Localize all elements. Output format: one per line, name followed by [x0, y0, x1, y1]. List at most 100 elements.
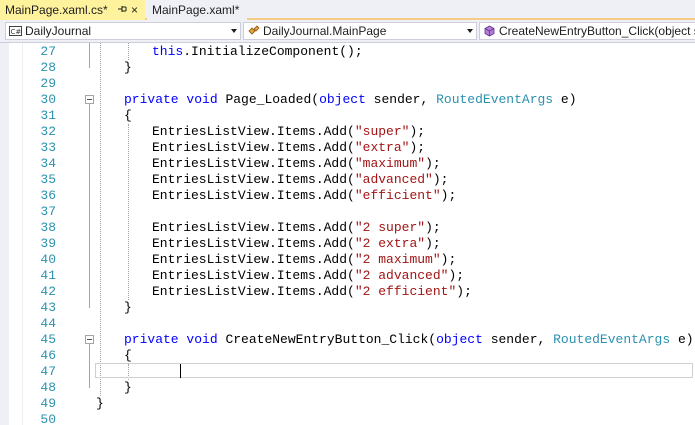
collapse-region-line — [89, 104, 90, 308]
line-number: 28 — [40, 60, 56, 75]
code-token: "advanced" — [354, 172, 433, 187]
code-line: 30 private void Page_Loaded(object sender… — [0, 92, 695, 108]
code-token: ); — [409, 124, 426, 139]
code-line: 31 { — [0, 108, 695, 124]
code-line: 27 this.InitializeComponent(); — [0, 44, 695, 60]
code-text: } — [124, 60, 132, 76]
code-text: { — [124, 108, 132, 124]
code-token: private — [124, 92, 179, 107]
code-text: } — [96, 396, 104, 412]
code-token: "2 super" — [354, 220, 426, 235]
project-dropdown[interactable]: C# DailyJournal — [5, 22, 241, 40]
project-dropdown-value: DailyJournal — [25, 24, 92, 38]
member-dropdown[interactable]: CreateNewEntryButton_Click(object s — [479, 22, 695, 40]
member-dropdown-value: CreateNewEntryButton_Click(object s — [499, 24, 695, 38]
indent-guide — [128, 43, 129, 60]
collapse-region-line — [89, 344, 90, 388]
line-number: 35 — [40, 172, 56, 187]
code-line: 46 { — [0, 348, 695, 364]
code-line: 38 EntriesListView.Items.Add("2 super"); — [0, 220, 695, 236]
line-number: 49 — [40, 396, 56, 411]
code-text: EntriesListView.Items.Add("super"); — [152, 124, 425, 140]
current-line-highlight — [95, 363, 693, 378]
code-token: EntriesListView.Items.Add( — [152, 124, 355, 139]
code-token: EntriesListView.Items.Add( — [152, 140, 355, 155]
class-dropdown-value: DailyJournal.MainPage — [263, 24, 387, 38]
collapse-region-line — [89, 43, 90, 68]
code-line: 34 EntriesListView.Items.Add("maximum"); — [0, 156, 695, 172]
collapse-region-icon[interactable] — [85, 335, 94, 344]
code-token: EntriesListView.Items.Add( — [152, 220, 355, 235]
code-token: EntriesListView.Items.Add( — [152, 268, 355, 283]
code-line: 40 EntriesListView.Items.Add("2 maximum")… — [0, 252, 695, 268]
code-token: e) — [553, 92, 577, 107]
code-text: this.InitializeComponent(); — [152, 44, 363, 60]
line-number: 31 — [40, 108, 56, 123]
csharp-project-icon: C# — [9, 26, 22, 36]
code-editor[interactable]: 27 this.InitializeComponent(); 28} 29 30 priv… — [0, 43, 695, 425]
code-token: ); — [456, 284, 472, 299]
code-text: private void Page_Loaded(object sender, … — [124, 92, 577, 108]
line-number: 41 — [40, 268, 56, 283]
code-line: 39 EntriesListView.Items.Add("2 extra"); — [0, 236, 695, 252]
line-number: 38 — [40, 220, 56, 235]
code-token: } — [124, 300, 132, 315]
tab-mainpage-xaml-cs[interactable]: MainPage.xaml.cs* × — [0, 0, 145, 20]
navigation-bar: C# DailyJournal DailyJournal.MainPage Cr… — [0, 20, 695, 43]
code-token: } — [124, 60, 132, 75]
code-token: ); — [425, 220, 441, 235]
code-token: EntriesListView.Items.Add( — [152, 236, 355, 251]
code-token: RoutedEventArgs — [436, 92, 554, 107]
code-text: EntriesListView.Items.Add("2 efficient")… — [152, 284, 472, 300]
pin-icon[interactable] — [116, 3, 128, 15]
code-token: "efficient" — [354, 188, 441, 203]
class-icon — [248, 25, 260, 35]
close-tab-icon[interactable]: × — [131, 0, 138, 20]
code-token: object — [436, 332, 483, 347]
text-caret — [180, 364, 181, 378]
line-number: 34 — [40, 156, 56, 171]
code-token: EntriesListView.Items.Add( — [152, 284, 355, 299]
code-token: ); — [432, 172, 449, 187]
code-line: 29 — [0, 76, 695, 92]
indent-guide — [128, 124, 129, 300]
line-number: 46 — [40, 348, 56, 363]
code-text: EntriesListView.Items.Add("2 advanced"); — [152, 268, 464, 284]
line-number: 29 — [40, 76, 56, 91]
line-number: 36 — [40, 188, 56, 203]
tab-mainpage-xaml[interactable]: MainPage.xaml* — [147, 0, 247, 20]
tab-label: MainPage.xaml.cs* — [5, 3, 108, 17]
collapse-region-icon[interactable] — [85, 95, 94, 104]
code-token: "2 extra" — [354, 236, 426, 251]
code-token: private — [124, 332, 179, 347]
class-dropdown[interactable]: DailyJournal.MainPage — [243, 22, 477, 40]
code-token: "2 advanced" — [354, 268, 449, 283]
code-line: 48} — [0, 380, 695, 396]
code-token: "2 efficient" — [354, 284, 457, 299]
code-token: ); — [409, 140, 426, 155]
code-line: 45 private void CreateNewEntryButton_Clic… — [0, 332, 695, 348]
code-token: RoutedEventArgs — [553, 332, 671, 347]
code-token: this — [152, 44, 184, 59]
indent-guide — [100, 43, 101, 396]
code-text: EntriesListView.Items.Add("2 extra"); — [152, 236, 441, 252]
code-line: 28} — [0, 60, 695, 76]
line-number: 27 — [40, 44, 56, 59]
line-number: 37 — [40, 204, 56, 219]
code-text: { — [124, 348, 132, 364]
line-number: 33 — [40, 140, 56, 155]
code-token: ); — [440, 188, 457, 203]
code-token: void — [186, 92, 218, 107]
code-token: ); — [440, 252, 457, 267]
code-token: .InitializeComponent(); — [183, 44, 363, 59]
code-line: 44 — [0, 316, 695, 332]
line-number: 42 — [40, 284, 56, 299]
code-token: { — [124, 108, 132, 123]
code-token: EntriesListView.Items.Add( — [152, 188, 355, 203]
line-number: 40 — [40, 252, 56, 267]
code-line: 41 EntriesListView.Items.Add("2 advanced"… — [0, 268, 695, 284]
code-line: 49} — [0, 396, 695, 412]
code-token: "2 maximum" — [354, 252, 441, 267]
code-token: sender, — [482, 332, 554, 347]
line-number: 43 — [40, 300, 56, 315]
